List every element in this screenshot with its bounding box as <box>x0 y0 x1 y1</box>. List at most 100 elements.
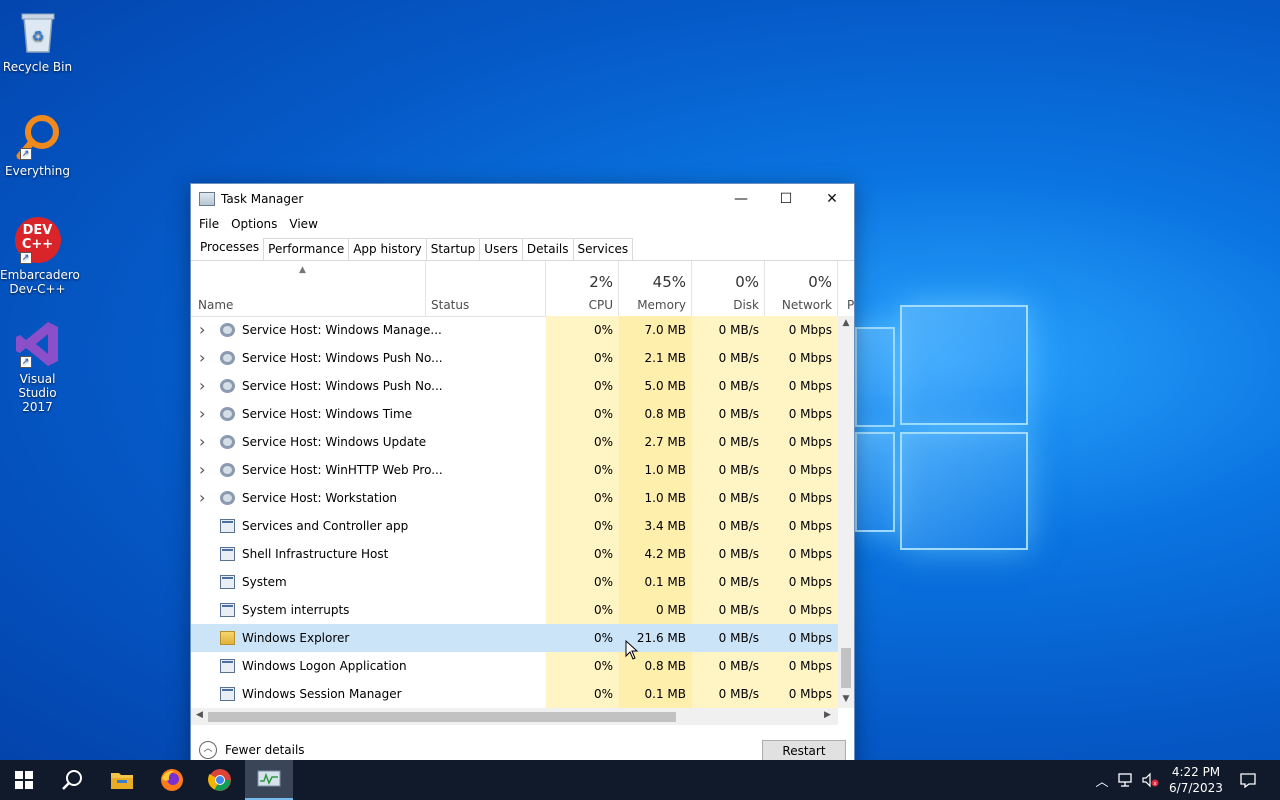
gear-icon <box>220 435 235 449</box>
scroll-thumb[interactable] <box>841 648 851 688</box>
process-network: 0 Mbps <box>788 491 832 505</box>
process-network: 0 Mbps <box>788 435 832 449</box>
process-disk: 0 MB/s <box>718 631 759 645</box>
shortcut-arrow-icon: ↗ <box>19 148 32 160</box>
column-memory[interactable]: Memory <box>619 298 686 312</box>
firefox-icon <box>161 769 183 791</box>
process-row[interactable]: Services and Controller app 0% 3.4 MB 0 MB/… <box>191 512 838 540</box>
scroll-down-icon[interactable]: ▼ <box>838 694 854 704</box>
process-memory: 0.8 MB <box>644 407 686 421</box>
minimize-button[interactable]: — <box>718 184 764 213</box>
process-row[interactable]: Windows Explorer 0% 21.6 MB 0 MB/s 0 Mbps <box>191 624 838 652</box>
desktop-icon-recycle-bin[interactable]: ♻ Recycle Bin <box>0 8 75 74</box>
process-name: Service Host: WinHTTP Web Pro... <box>242 463 443 477</box>
process-row[interactable]: › Service Host: Windows Push No... 0% 2.1 M… <box>191 344 838 372</box>
start-button[interactable] <box>0 760 48 800</box>
process-name: Service Host: Windows Push No... <box>242 379 443 393</box>
firefox-button[interactable] <box>148 760 196 800</box>
desktop-icon-devcpp[interactable]: DEV C++ ↗ Embarcadero Dev-C++ <box>0 216 80 296</box>
svg-text:x: x <box>1154 781 1157 787</box>
process-row[interactable]: System interrupts 0% 0 MB 0 MB/s 0 Mbps <box>191 596 838 624</box>
horizontal-scrollbar[interactable]: ◀ ▶ <box>191 708 838 725</box>
network-tray-button[interactable] <box>1114 760 1138 800</box>
tab-services[interactable]: Services <box>572 238 634 260</box>
process-row[interactable]: System 0% 0.1 MB 0 MB/s 0 Mbps <box>191 568 838 596</box>
tab-startup[interactable]: Startup <box>425 238 481 260</box>
vertical-scrollbar[interactable]: ▲ ▼ <box>838 316 854 708</box>
fewer-details-label: Fewer details <box>225 743 305 757</box>
scroll-up-icon[interactable]: ▲ <box>838 318 854 328</box>
tab-performance[interactable]: Performance <box>263 238 350 260</box>
disk-total: 0% <box>735 273 759 291</box>
process-network: 0 Mbps <box>788 323 832 337</box>
devcpp-badge-text: DEV <box>22 223 53 238</box>
task-manager-taskbar-button[interactable] <box>245 760 293 800</box>
expand-chevron-icon[interactable]: › <box>199 484 209 512</box>
chrome-button[interactable] <box>196 760 244 800</box>
process-row[interactable]: › Service Host: Windows Manage... 0% 7.0 MB… <box>191 316 838 344</box>
process-disk: 0 MB/s <box>718 407 759 421</box>
column-status[interactable]: Status <box>431 298 469 312</box>
tab-details[interactable]: Details <box>521 238 574 260</box>
maximize-button[interactable]: ☐ <box>763 184 809 213</box>
menu-view[interactable]: View <box>283 217 323 231</box>
scroll-thumb[interactable] <box>208 712 676 722</box>
expand-chevron-icon[interactable]: › <box>199 456 209 484</box>
column-network[interactable]: Network <box>765 298 832 312</box>
column-disk[interactable]: Disk <box>692 298 759 312</box>
task-manager-icon <box>199 191 215 206</box>
process-name: Service Host: Windows Time <box>242 407 413 421</box>
tab-app-history[interactable]: App history <box>348 238 427 260</box>
process-row[interactable]: Shell Infrastructure Host 0% 4.2 MB 0 MB/s 0… <box>191 540 838 568</box>
scroll-right-icon[interactable]: ▶ <box>824 710 831 720</box>
process-memory: 2.7 MB <box>644 435 686 449</box>
process-row[interactable]: Windows Logon Application 0% 0.8 MB 0 MB/s 0… <box>191 652 838 680</box>
window-app-icon <box>220 603 235 617</box>
process-row[interactable]: › Service Host: Windows Time 0% 0.8 MB 0 MB/… <box>191 400 838 428</box>
tab-processes[interactable]: Processes <box>195 236 265 260</box>
expand-chevron-icon[interactable]: › <box>199 400 209 428</box>
title-bar[interactable]: Task Manager — ☐ ✕ <box>191 184 854 213</box>
expand-chevron-icon[interactable]: › <box>199 372 209 400</box>
network-total: 0% <box>808 273 832 291</box>
column-cpu[interactable]: CPU <box>546 298 613 312</box>
file-explorer-button[interactable] <box>98 760 146 800</box>
expand-chevron-icon[interactable]: › <box>199 344 209 372</box>
process-row[interactable]: › Service Host: Windows Push No... 0% 5.0 M… <box>191 372 838 400</box>
column-name[interactable]: Name <box>198 298 233 312</box>
volume-tray-button[interactable]: x <box>1139 760 1161 800</box>
taskbar-clock[interactable]: 4:22 PM 6/7/2023 <box>1160 764 1232 796</box>
process-row[interactable]: Windows Session Manager 0% 0.1 MB 0 MB/s 0 M… <box>191 680 838 708</box>
process-cpu: 0% <box>593 323 613 337</box>
expand-chevron-icon[interactable]: › <box>199 428 209 456</box>
process-disk: 0 MB/s <box>718 379 759 393</box>
devcpp-badge-text: C++ <box>21 237 54 252</box>
scroll-left-icon[interactable]: ◀ <box>196 710 203 720</box>
expand-chevron-icon[interactable]: › <box>199 316 209 344</box>
recycle-bin-icon: ♻ <box>14 8 62 56</box>
process-list: › Service Host: Windows Manage... 0% 7.0 MB… <box>191 316 838 708</box>
process-row[interactable]: › Service Host: Workstation 0% 1.0 MB 0 MB/s… <box>191 484 838 512</box>
desktop-icon-everything[interactable]: ↗ Everything <box>0 112 75 178</box>
menu-file[interactable]: File <box>193 217 225 231</box>
shortcut-arrow-icon: ↗ <box>19 356 32 368</box>
desktop-icon-visual-studio[interactable]: ↗ Visual Studio 2017 <box>0 320 75 414</box>
close-button[interactable]: ✕ <box>809 184 855 213</box>
process-row[interactable]: › Service Host: WinHTTP Web Pro... 0% 1.0 M… <box>191 456 838 484</box>
menu-options[interactable]: Options <box>225 217 283 231</box>
fewer-details-button[interactable]: ︿ Fewer details <box>199 741 305 759</box>
search-button[interactable] <box>48 760 96 800</box>
process-cpu: 0% <box>593 407 613 421</box>
process-name: Shell Infrastructure Host <box>242 547 389 561</box>
process-row[interactable]: › Service Host: Windows Update 0% 2.7 MB 0 M… <box>191 428 838 456</box>
gear-icon <box>220 463 235 477</box>
restart-button[interactable]: Restart <box>762 740 846 762</box>
process-disk: 0 MB/s <box>718 687 759 701</box>
show-hidden-icons-button[interactable]: ︿ <box>1092 760 1112 800</box>
column-power[interactable]: P <box>847 298 854 312</box>
process-network: 0 Mbps <box>788 379 832 393</box>
tab-users[interactable]: Users <box>479 238 523 260</box>
process-disk: 0 MB/s <box>718 575 759 589</box>
action-center-button[interactable] <box>1236 760 1260 800</box>
process-network: 0 Mbps <box>788 351 832 365</box>
